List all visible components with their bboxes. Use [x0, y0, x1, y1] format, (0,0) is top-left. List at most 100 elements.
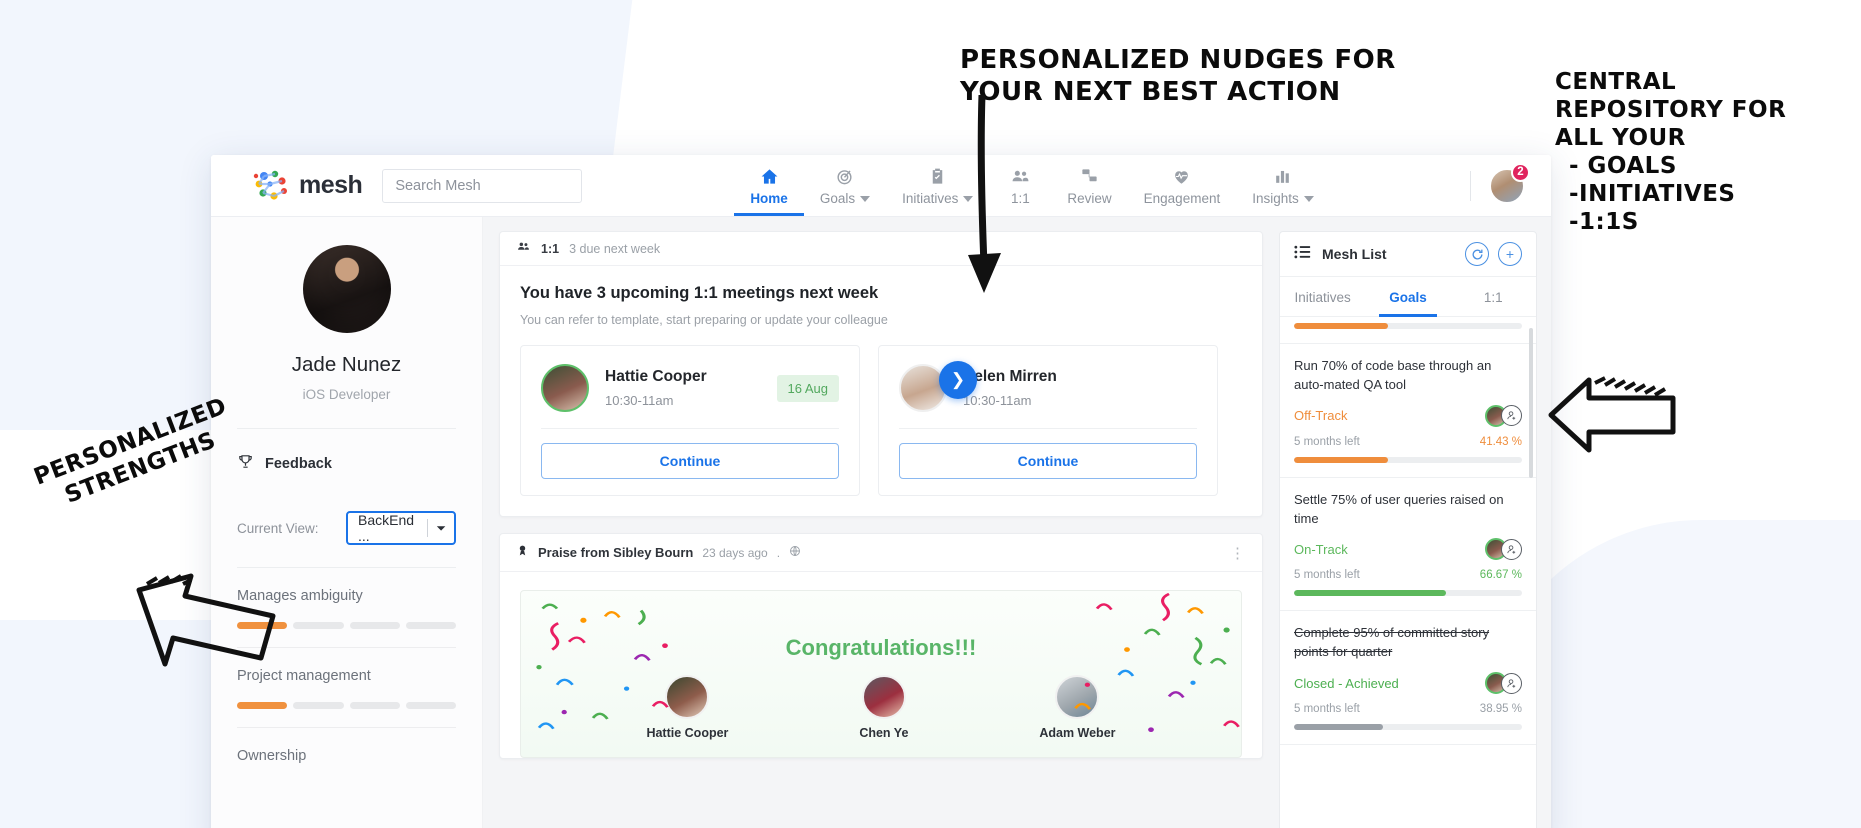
- feedback-label: Feedback: [265, 456, 332, 472]
- meeting-person-name: Hattie Cooper: [605, 368, 707, 385]
- list-icon: [1294, 245, 1311, 264]
- review-icon: [1080, 165, 1099, 187]
- goal-row[interactable]: Run 70% of code base through an auto-mat…: [1280, 344, 1536, 478]
- nav-text-insights: Insights: [1252, 191, 1299, 206]
- goal-time-left: 5 months left: [1294, 569, 1360, 582]
- mesh-list-header: Mesh List +: [1280, 232, 1536, 277]
- goal-progress-bar: [1294, 724, 1522, 731]
- add-owner-icon[interactable]: [1501, 405, 1522, 427]
- search-input[interactable]: Search Mesh: [382, 168, 583, 203]
- nav-item-review[interactable]: Review: [1051, 155, 1127, 216]
- target-icon: [835, 165, 854, 187]
- annotation-arrow-right: [1548, 376, 1676, 453]
- annotation-right-item-1: - Goals: [1569, 153, 1677, 180]
- meeting-date-badge: 16 Aug: [776, 374, 839, 402]
- strength-rating-bar: [237, 702, 456, 709]
- meeting-item[interactable]: Helen Mirren 10:30-11am Continue: [878, 345, 1218, 496]
- meetings-card-body: You have 3 upcoming 1:1 meetings next we…: [500, 266, 1262, 516]
- meetings-list: Hattie Cooper 10:30-11am 16 Aug Continue: [520, 345, 1242, 496]
- annotation-arrow-top: [968, 95, 1001, 293]
- notification-badge[interactable]: 2: [1511, 162, 1530, 182]
- goal-owners[interactable]: [1485, 672, 1522, 695]
- main-content: 1:1 3 due next week You have 3 upcoming …: [483, 217, 1279, 828]
- annotation-arrow-left: [136, 573, 276, 667]
- annotation-right-line-2: repository for: [1555, 97, 1787, 124]
- goal-row[interactable]: Complete 95% of committed story points f…: [1280, 611, 1536, 746]
- brand-logo[interactable]: mesh: [253, 169, 363, 203]
- goal-footer: 5 months left 41.43 %: [1294, 436, 1522, 448]
- trophy-icon: [237, 453, 254, 475]
- nav-item-home[interactable]: Home: [734, 155, 804, 216]
- current-view-value: BackEnd ...: [358, 512, 415, 544]
- chevron-down-icon: ⏷: [436, 520, 446, 535]
- goal-progress-fill: [1294, 323, 1389, 329]
- goal-progress-bar: [1294, 456, 1522, 463]
- continue-button[interactable]: Continue: [899, 443, 1197, 479]
- goal-row[interactable]: [1280, 317, 1536, 344]
- nav-item-goals[interactable]: Goals: [804, 155, 886, 216]
- goal-percent: 38.95 %: [1479, 703, 1522, 716]
- strength-segment: [349, 622, 400, 629]
- top-navigation-bar: mesh Search Mesh Home Goals Initiatives …: [211, 155, 1551, 217]
- goal-status: On-Track: [1294, 541, 1348, 557]
- congratulations-banner: Congratulations!!! Hattie Cooper Chen Ye: [520, 590, 1242, 758]
- strength-segment: [293, 622, 344, 629]
- current-view-row: Current View: BackEnd ... ⏷: [237, 511, 456, 545]
- goal-owners[interactable]: [1485, 538, 1522, 561]
- profile-name: Jade Nunez: [291, 353, 402, 376]
- tab-goals[interactable]: Goals: [1365, 277, 1450, 317]
- goal-status: Off-Track: [1294, 408, 1348, 424]
- strength-segment: [293, 702, 344, 709]
- mesh-list-scrollbar[interactable]: [1529, 328, 1533, 478]
- goal-progress-fill: [1294, 724, 1383, 731]
- goal-progress-fill: [1294, 456, 1389, 463]
- refresh-icon[interactable]: [1465, 242, 1489, 266]
- nav-item-engagement[interactable]: Engagement: [1128, 155, 1237, 216]
- feedback-section-header[interactable]: Feedback: [237, 453, 456, 475]
- nav-item-insights[interactable]: Insights: [1236, 155, 1330, 216]
- meeting-time: 10:30-11am: [605, 393, 674, 408]
- mesh-list-sidebar: Mesh List + Initiatives Goals 1:1 Run 70…: [1279, 217, 1551, 828]
- divider: [899, 428, 1197, 429]
- goal-time-left: 5 months left: [1294, 703, 1360, 716]
- goal-name: Complete 95% of committed story points f…: [1294, 625, 1490, 660]
- add-owner-icon[interactable]: [1501, 672, 1522, 694]
- tab-initiatives[interactable]: Initiatives: [1280, 277, 1365, 316]
- goal-progress-fill: [1294, 590, 1446, 597]
- kebab-menu-icon[interactable]: ⋮: [1230, 544, 1246, 562]
- meeting-time: 10:30-11am: [963, 393, 1032, 408]
- goal-percent: 41.43 %: [1479, 435, 1522, 448]
- strength-segment: [405, 622, 456, 629]
- user-avatar[interactable]: 2: [1489, 162, 1530, 204]
- meetings-subheading: You can refer to template, start prepari…: [520, 313, 888, 327]
- strength-name: Ownership: [237, 748, 307, 764]
- app-window: mesh Search Mesh Home Goals Initiatives …: [211, 155, 1551, 828]
- meetings-card: 1:1 3 due next week You have 3 upcoming …: [499, 231, 1263, 517]
- screenshot-stage: mesh Search Mesh Home Goals Initiatives …: [0, 0, 1861, 828]
- next-meeting-button[interactable]: ❯: [939, 361, 977, 399]
- brand-name: mesh: [299, 171, 363, 199]
- meeting-item[interactable]: Hattie Cooper 10:30-11am 16 Aug Continue: [520, 345, 860, 496]
- praise-separator: .: [776, 545, 781, 560]
- goal-row[interactable]: Settle 75% of user queries raised on tim…: [1280, 478, 1536, 612]
- plus-icon[interactable]: +: [1498, 242, 1522, 266]
- divider: [427, 519, 429, 537]
- annotation-right-line-3: all your: [1555, 125, 1686, 152]
- strength-segment: [237, 702, 288, 709]
- nav-text-initiatives: Initiatives: [902, 191, 959, 206]
- strength-item: Ownership: [237, 728, 456, 764]
- nav-label-engagement: Engagement: [1143, 191, 1221, 206]
- annotation-right-item-3: -1:1s: [1569, 209, 1639, 236]
- profile-sidebar: Jade Nunez iOS Developer Feedback Curren…: [211, 217, 483, 828]
- tab-one-on-one[interactable]: 1:1: [1451, 277, 1536, 316]
- meeting-item-top: Hattie Cooper 10:30-11am 16 Aug: [541, 364, 839, 412]
- continue-button[interactable]: Continue: [541, 443, 839, 479]
- avatar: [541, 364, 589, 412]
- add-owner-icon[interactable]: [1501, 538, 1522, 560]
- goal-footer: 5 months left 66.67 %: [1294, 569, 1522, 581]
- strength-segment: [405, 702, 456, 709]
- current-view-select[interactable]: BackEnd ... ⏷: [346, 511, 456, 545]
- praise-from: Praise from Sibley Bourn: [538, 545, 694, 560]
- goal-owners[interactable]: [1485, 404, 1522, 427]
- topbar-right-cluster: 2: [1470, 162, 1551, 204]
